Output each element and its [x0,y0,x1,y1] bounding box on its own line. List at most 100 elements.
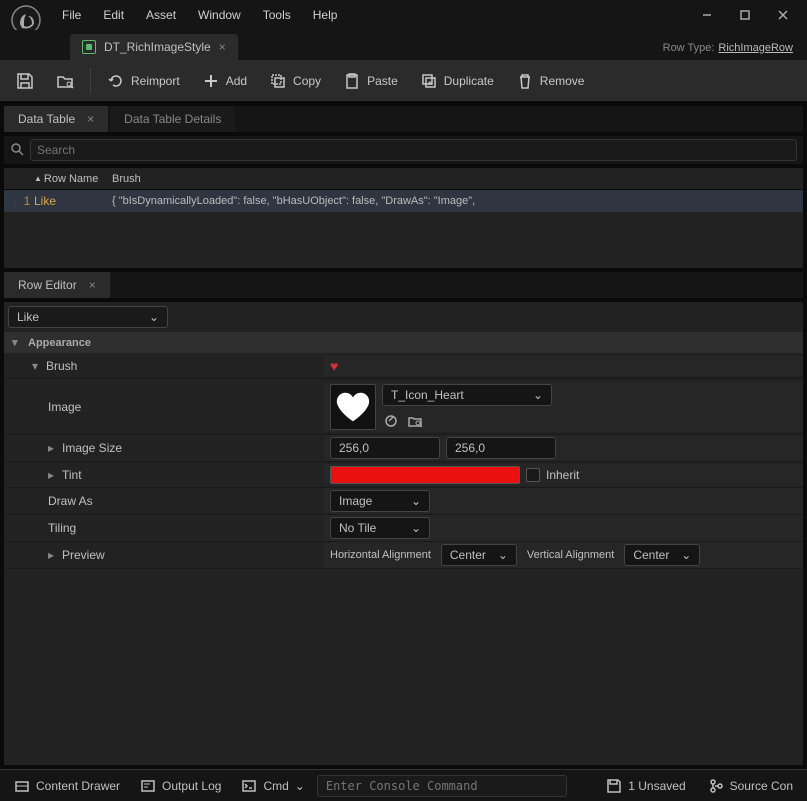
image-size-x-input[interactable] [330,437,440,459]
asset-tab[interactable]: DT_RichImageStyle × [70,34,238,60]
halign-label: Horizontal Alignment [330,549,431,561]
bottom-bar: Content Drawer Output Log Cmd⌄ 1 Unsaved… [0,769,807,801]
data-table: ▲Row Name Brush 1 Like { "bIsDynamically… [4,168,803,268]
window-controls [689,1,801,29]
datatable-icon [82,40,96,54]
roweditor-panel-header: Row Editor × [4,272,803,298]
output-log-label: Output Log [162,779,221,793]
copy-button[interactable]: Copy [259,66,331,96]
prop-tiling: Tiling No Tile⌄ [4,515,803,542]
col-brush[interactable]: Brush [106,173,803,185]
property-grid: ▾Brush ♥ Image T_Icon_Heart ⌄ [4,353,803,765]
close-icon[interactable]: × [87,112,94,126]
save-button[interactable] [6,66,44,96]
inherit-checkbox[interactable] [526,468,540,482]
tiling-dropdown[interactable]: No Tile ⌄ [330,517,430,539]
valign-label: Vertical Alignment [527,549,614,561]
content-drawer-button[interactable]: Content Drawer [6,774,128,798]
expand-icon[interactable]: ▸ [48,441,58,455]
draw-as-label: Draw As [4,494,324,508]
paste-button[interactable]: Paste [333,66,408,96]
toolbar: Reimport Add Copy Paste Duplicate Remove [0,60,807,102]
unsaved-label: 1 Unsaved [628,779,685,793]
paste-label: Paste [367,74,398,88]
asset-tab-strip: DT_RichImageStyle × Row Type: RichImageR… [0,30,807,60]
browse-button[interactable] [46,66,84,96]
menu-window[interactable]: Window [188,4,251,26]
reimport-button[interactable]: Reimport [97,66,190,96]
chevron-down-icon: ⌄ [149,310,159,324]
tiling-value: No Tile [339,521,376,535]
close-icon[interactable]: × [89,278,96,292]
search-icon [10,142,24,159]
tint-color-swatch[interactable] [330,466,520,484]
row-type-link[interactable]: RichImageRow [718,42,793,54]
inherit-label: Inherit [546,468,579,482]
row-selector-dropdown[interactable]: Like⌄ [8,306,168,328]
add-label: Add [226,74,247,88]
row-name-cell: Like [28,194,106,208]
remove-button[interactable]: Remove [506,66,595,96]
cmd-dropdown[interactable]: Cmd⌄ [233,774,312,798]
prop-brush: ▾Brush ♥ [4,353,803,379]
image-size-y-input[interactable] [446,437,556,459]
add-button[interactable]: Add [192,66,257,96]
chevron-down-icon: ⌄ [411,521,421,535]
tab-row-editor-label: Row Editor [18,278,77,292]
asset-tab-close[interactable]: × [219,40,226,54]
duplicate-button[interactable]: Duplicate [410,66,504,96]
collapse-icon[interactable]: ▾ [32,359,42,373]
prop-tint: ▸Tint Inherit [4,462,803,488]
search-input[interactable] [30,139,797,161]
close-button[interactable] [765,1,801,29]
unsaved-button[interactable]: 1 Unsaved [598,774,693,798]
preview-label[interactable]: ▸Preview [4,548,324,562]
menu-asset[interactable]: Asset [136,4,186,26]
menu-tools[interactable]: Tools [253,4,301,26]
draw-as-dropdown[interactable]: Image⌄ [330,490,430,512]
row-brush-cell: { "bIsDynamicallyLoaded": false, "bHasUO… [106,195,803,207]
content-drawer-label: Content Drawer [36,779,120,793]
output-log-button[interactable]: Output Log [132,774,229,798]
section-appearance-label: Appearance [28,337,91,349]
table-header: ▲Row Name Brush [4,168,803,190]
halign-value: Center [450,548,486,562]
prop-preview: ▸Preview Horizontal Alignment Center ⌄ Ve… [4,542,803,569]
expand-icon[interactable]: ▸ [48,468,58,482]
maximize-button[interactable] [727,1,763,29]
halign-dropdown[interactable]: Center ⌄ [441,544,517,566]
minimize-button[interactable] [689,1,725,29]
image-thumbnail[interactable] [330,384,376,430]
image-asset-dropdown[interactable]: T_Icon_Heart ⌄ [382,384,552,406]
prop-draw-as: Draw As Image⌄ [4,488,803,515]
console-command-input[interactable] [317,775,567,797]
main-menu: File Edit Asset Window Tools Help [52,4,347,26]
table-row[interactable]: 1 Like { "bIsDynamicallyLoaded": false, … [4,190,803,212]
chevron-down-icon: ⌄ [533,388,543,402]
brush-label[interactable]: ▾Brush [4,359,324,373]
col-rowname[interactable]: ▲Row Name [28,173,106,185]
section-appearance[interactable]: ▾Appearance [4,332,803,353]
menu-edit[interactable]: Edit [93,4,134,26]
chevron-down-icon: ⌄ [498,548,508,562]
draw-as-value: Image [339,494,372,508]
tab-row-editor[interactable]: Row Editor × [4,272,110,298]
browse-asset-icon[interactable] [406,412,424,430]
menu-help[interactable]: Help [303,4,348,26]
expand-icon[interactable]: ▸ [48,548,58,562]
valign-dropdown[interactable]: Center ⌄ [624,544,700,566]
use-selected-icon[interactable] [382,412,400,430]
tab-data-table[interactable]: Data Table× [4,106,108,132]
chevron-down-icon: ⌄ [681,548,691,562]
image-asset-value: T_Icon_Heart [391,388,464,402]
menu-file[interactable]: File [52,4,91,26]
row-number: 1 [4,194,28,208]
tint-label[interactable]: ▸Tint [4,468,324,482]
source-control-button[interactable]: Source Con [700,774,801,798]
valign-value: Center [633,548,669,562]
prop-image: Image T_Icon_Heart⌄ [4,379,803,435]
row-type-label: Row Type: [663,42,715,54]
image-size-label[interactable]: ▸Image Size [4,441,324,455]
tab-data-table-details[interactable]: Data Table Details [110,106,235,132]
remove-label: Remove [540,74,585,88]
